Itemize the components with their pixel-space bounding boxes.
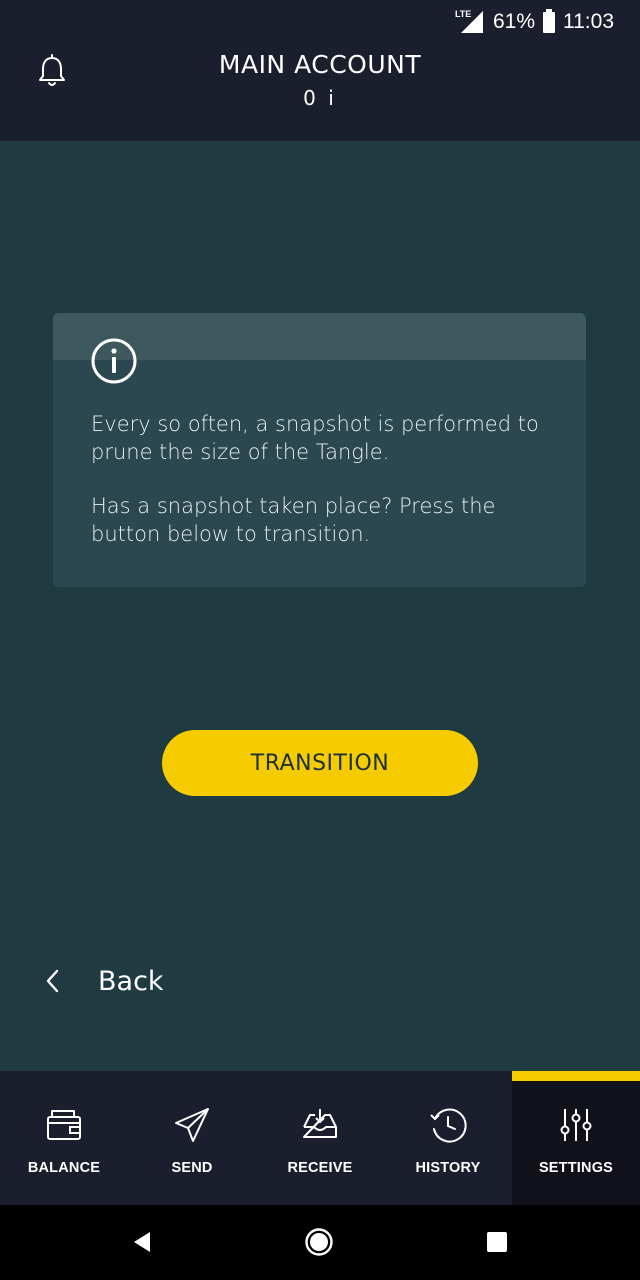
lte-signal-icon: LTE — [455, 9, 485, 35]
nav-active-indicator — [512, 1071, 640, 1081]
info-paragraph-snapshot: Every so often, a snapshot is performed … — [91, 412, 539, 464]
back-label: Back — [98, 965, 164, 997]
info-paragraph-transition: Has a snapshot taken place? Press the bu… — [91, 494, 496, 546]
nav-label-settings: SETTINGS — [538, 1160, 614, 1176]
chevron-left-icon — [46, 969, 59, 993]
nav-item-settings[interactable]: SETTINGS — [512, 1071, 640, 1205]
inbox-icon — [303, 1109, 337, 1138]
info-icon — [91, 338, 137, 384]
transition-button[interactable]: TRANSITION — [162, 730, 478, 796]
clock: 11:03 — [563, 10, 614, 33]
nav-label-history: HISTORY — [415, 1160, 481, 1176]
bottom-navigation: BALANCE SEND RECEIVE HISTORY SETTINGS — [0, 1071, 640, 1205]
app-screen: LTE 61% 11:03 MAIN ACCOUNT 0 i Every so … — [0, 0, 640, 1280]
nav-label-send: SEND — [171, 1160, 213, 1176]
back-button[interactable]: Back — [40, 958, 164, 1004]
nav-home-circle-icon[interactable] — [304, 1227, 334, 1257]
status-indicators: LTE 61% 11:03 — [455, 8, 614, 36]
sliders-icon — [560, 1109, 592, 1141]
account-header: MAIN ACCOUNT 0 i — [0, 44, 640, 141]
wallet-icon — [47, 1110, 81, 1140]
battery-percent: 61% — [492, 10, 535, 33]
nav-recents-square-icon[interactable] — [482, 1227, 512, 1257]
nav-item-history[interactable]: HISTORY — [384, 1071, 512, 1205]
paper-plane-icon — [175, 1108, 209, 1142]
history-icon — [430, 1108, 467, 1143]
system-navigation-bar — [0, 1205, 640, 1280]
nav-item-receive[interactable]: RECEIVE — [256, 1071, 384, 1205]
nav-back-triangle-icon[interactable] — [128, 1227, 158, 1257]
account-balance: 0 i — [303, 86, 337, 110]
account-title[interactable]: MAIN ACCOUNT — [0, 50, 640, 79]
nav-item-balance[interactable]: BALANCE — [0, 1071, 128, 1205]
nav-label-receive: RECEIVE — [287, 1160, 353, 1176]
snapshot-info-card: Every so often, a snapshot is performed … — [53, 313, 586, 587]
nav-item-send[interactable]: SEND — [128, 1071, 256, 1205]
status-bar: LTE 61% 11:03 — [0, 0, 640, 44]
nav-label-balance: BALANCE — [27, 1160, 101, 1176]
battery-icon — [543, 8, 555, 33]
